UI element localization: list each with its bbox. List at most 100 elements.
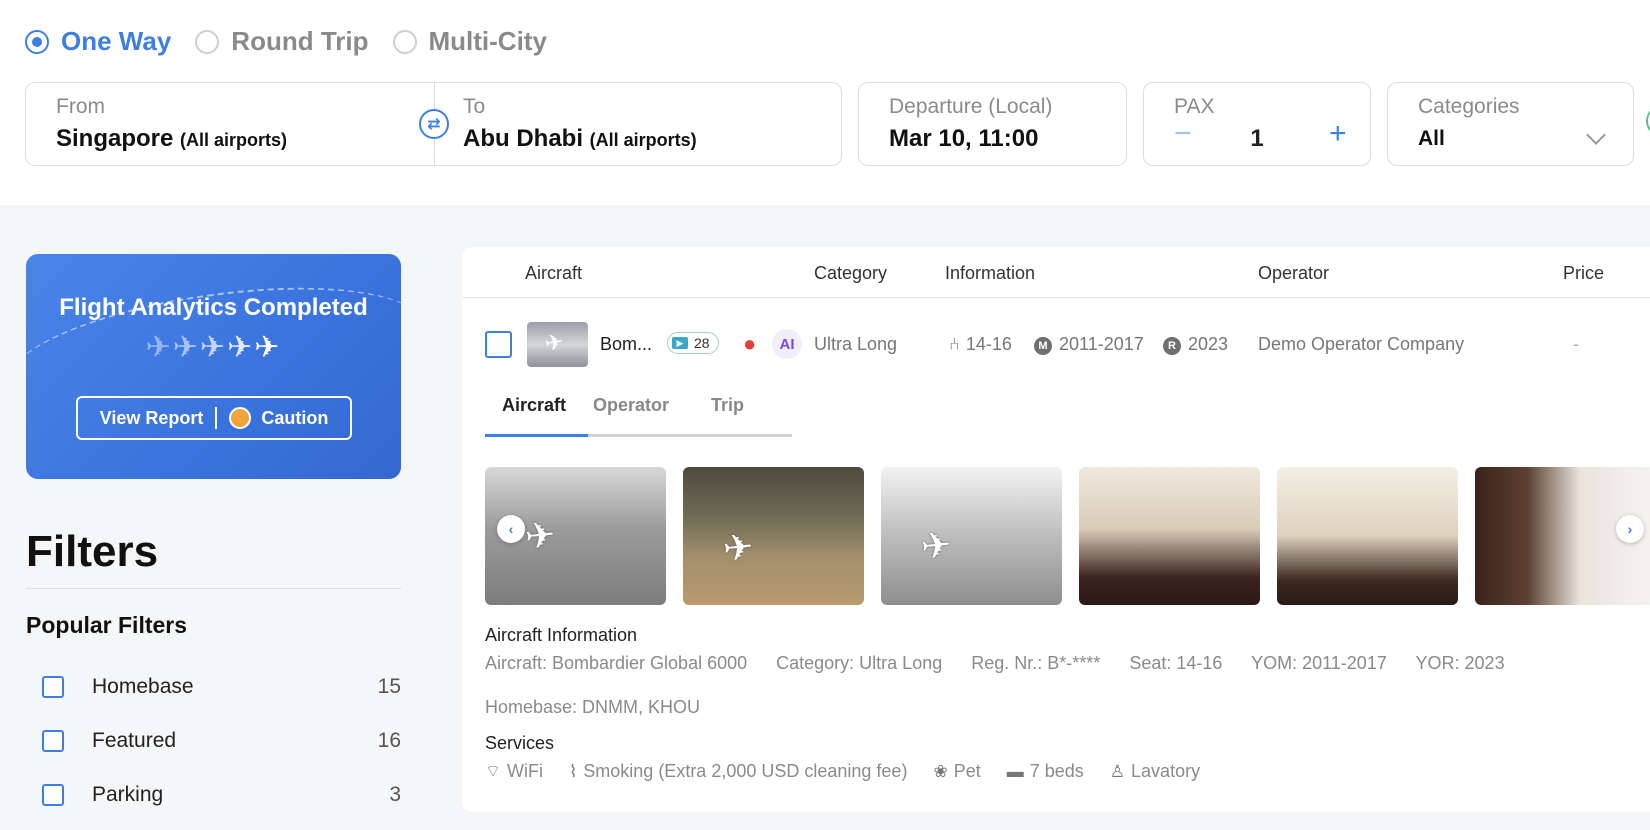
filter-count: 16 bbox=[377, 729, 401, 752]
from-label: From bbox=[56, 95, 105, 118]
column-header-information[interactable]: Information bbox=[945, 263, 1035, 284]
jet-image: ✈ bbox=[918, 523, 954, 568]
filter-label: Parking bbox=[92, 783, 164, 806]
service-label: Smoking (Extra 2,000 USD cleaning fee) bbox=[583, 761, 908, 781]
filter-count: 3 bbox=[389, 783, 401, 806]
row-yor: R 2023 bbox=[1163, 334, 1228, 355]
info-category: Category: Ultra Long bbox=[776, 653, 943, 673]
checkbox[interactable] bbox=[42, 730, 64, 752]
service-label: Lavatory bbox=[1131, 761, 1201, 781]
radio-icon[interactable] bbox=[195, 29, 220, 54]
chevron-left-icon[interactable]: ‹ bbox=[497, 515, 525, 543]
aircraft-photo[interactable]: ✈ bbox=[881, 467, 1062, 605]
aircraft-name[interactable]: Bom... bbox=[600, 334, 652, 355]
checkbox[interactable] bbox=[42, 676, 64, 698]
ai-badge-icon[interactable]: AI bbox=[772, 329, 802, 359]
service-label: Pet bbox=[953, 761, 981, 781]
info-aircraft: Aircraft: Bombardier Global 6000 bbox=[485, 653, 748, 673]
search-button[interactable] bbox=[1646, 106, 1650, 136]
photo-count-badge: ▶ 28 bbox=[667, 332, 719, 354]
search-bar: One Way Round Trip Multi-City From Singa… bbox=[0, 0, 1650, 205]
services-list: ⌔ WiFi ⌇ Smoking (Extra 2,000 USD cleani… bbox=[485, 761, 1226, 782]
to-label: To bbox=[463, 95, 486, 118]
seat-icon: ⑃ bbox=[949, 334, 960, 354]
pax-label: PAX bbox=[1174, 95, 1215, 118]
checkbox[interactable] bbox=[42, 784, 64, 806]
yom-value: 2011-2017 bbox=[1059, 334, 1144, 354]
active-tab-indicator bbox=[485, 434, 588, 437]
to-field[interactable]: To Abu Dhabi (All airports) bbox=[435, 83, 843, 165]
trip-type-label: Round Trip bbox=[231, 26, 369, 56]
info-seat: Seat: 14-16 bbox=[1129, 653, 1223, 673]
from-field[interactable]: From Singapore (All airports) bbox=[26, 83, 434, 165]
trip-type-multi-city[interactable]: Multi-City bbox=[392, 26, 547, 57]
info-yom: YOM: 2011-2017 bbox=[1251, 653, 1387, 673]
service-wifi: ⌔ WiFi bbox=[485, 761, 543, 782]
info-homebase: Homebase: DNMM, KHOU bbox=[485, 697, 701, 717]
column-header-aircraft[interactable]: Aircraft bbox=[525, 263, 582, 284]
trip-type-one-way[interactable]: One Way bbox=[25, 26, 171, 57]
trip-type-selector: One Way Round Trip Multi-City bbox=[25, 26, 571, 57]
refurbish-icon: R bbox=[1163, 337, 1181, 355]
column-header-price[interactable]: Price bbox=[1563, 263, 1604, 284]
image-icon: ▶ bbox=[672, 337, 688, 349]
pax-plus-button[interactable]: + bbox=[1329, 119, 1347, 149]
divider bbox=[215, 407, 218, 429]
radio-selected-icon[interactable] bbox=[25, 29, 49, 54]
categories-label: Categories bbox=[1418, 95, 1520, 118]
view-report-label: View Report bbox=[99, 407, 204, 428]
cabin-photo[interactable] bbox=[1277, 467, 1458, 605]
filter-parking[interactable]: Parking 3 bbox=[42, 782, 401, 808]
categories-select[interactable]: Categories All bbox=[1387, 82, 1634, 166]
services-title: Services bbox=[485, 733, 555, 753]
view-report-button[interactable]: View Report Caution bbox=[76, 396, 352, 440]
divider bbox=[26, 588, 401, 589]
column-header-operator[interactable]: Operator bbox=[1258, 263, 1329, 284]
trip-type-label: Multi-City bbox=[428, 26, 547, 56]
column-header-category[interactable]: Category bbox=[814, 263, 887, 284]
yor-value: 2023 bbox=[1188, 334, 1229, 354]
seats-value: 14-16 bbox=[965, 334, 1012, 354]
row-operator[interactable]: Demo Operator Company bbox=[1258, 334, 1464, 355]
filter-homebase[interactable]: Homebase 15 bbox=[42, 674, 401, 700]
radio-icon[interactable] bbox=[392, 29, 417, 54]
chevron-right-icon[interactable]: › bbox=[1616, 515, 1644, 543]
info-yor: YOR: 2023 bbox=[1415, 653, 1505, 673]
paw-icon: ❀ bbox=[933, 761, 948, 781]
filters-title: Filters bbox=[26, 527, 159, 576]
photo-count: 28 bbox=[694, 335, 710, 351]
aircraft-thumbnail[interactable] bbox=[527, 322, 588, 367]
row-select-checkbox[interactable] bbox=[485, 331, 512, 358]
homebase-line: Homebase: DNMM, KHOU bbox=[485, 697, 724, 718]
tab-aircraft[interactable]: Aircraft bbox=[502, 395, 566, 430]
trip-type-label: One Way bbox=[61, 26, 172, 56]
aircraft-photo[interactable]: ✈ bbox=[683, 467, 864, 605]
trip-type-round-trip[interactable]: Round Trip bbox=[195, 26, 369, 57]
filter-label: Homebase bbox=[92, 675, 194, 698]
ai-label: AI bbox=[779, 335, 795, 353]
info-reg: Reg. Nr.: B*-**** bbox=[971, 653, 1101, 673]
manufacture-icon: M bbox=[1034, 337, 1052, 355]
flight-analytics-card: Flight Analytics Completed ✈✈✈✈✈ View Re… bbox=[26, 254, 401, 479]
to-value: Abu Dhabi (All airports) bbox=[463, 125, 697, 153]
row-yom: M 2011-2017 bbox=[1034, 334, 1144, 355]
service-lavatory: ♙ Lavatory bbox=[1110, 761, 1200, 782]
from-value: Singapore (All airports) bbox=[56, 125, 287, 153]
row-seats: ⑃ 14-16 bbox=[949, 334, 1012, 355]
bed-icon: ▬ bbox=[1006, 761, 1024, 781]
categories-value: All bbox=[1418, 127, 1445, 150]
cabin-photo[interactable] bbox=[1079, 467, 1260, 605]
row-price: - bbox=[1573, 334, 1579, 354]
popular-filters-title: Popular Filters bbox=[26, 612, 188, 638]
service-beds: ▬ 7 beds bbox=[1007, 761, 1084, 782]
planes-icon: ✈✈✈✈✈ bbox=[145, 331, 282, 364]
service-label: WiFi bbox=[506, 761, 543, 781]
tab-operator[interactable]: Operator bbox=[593, 395, 669, 430]
toilet-icon: ♙ bbox=[1109, 761, 1126, 781]
filter-featured[interactable]: Featured 16 bbox=[42, 728, 401, 754]
departure-label: Departure (Local) bbox=[889, 95, 1053, 118]
service-smoking: ⌇ Smoking (Extra 2,000 USD cleaning fee) bbox=[569, 761, 907, 782]
tab-trip[interactable]: Trip bbox=[711, 395, 744, 430]
fuel-drop-icon: ● bbox=[743, 331, 757, 356]
departure-field[interactable]: Departure (Local) Mar 10, 11:00 bbox=[858, 82, 1127, 166]
